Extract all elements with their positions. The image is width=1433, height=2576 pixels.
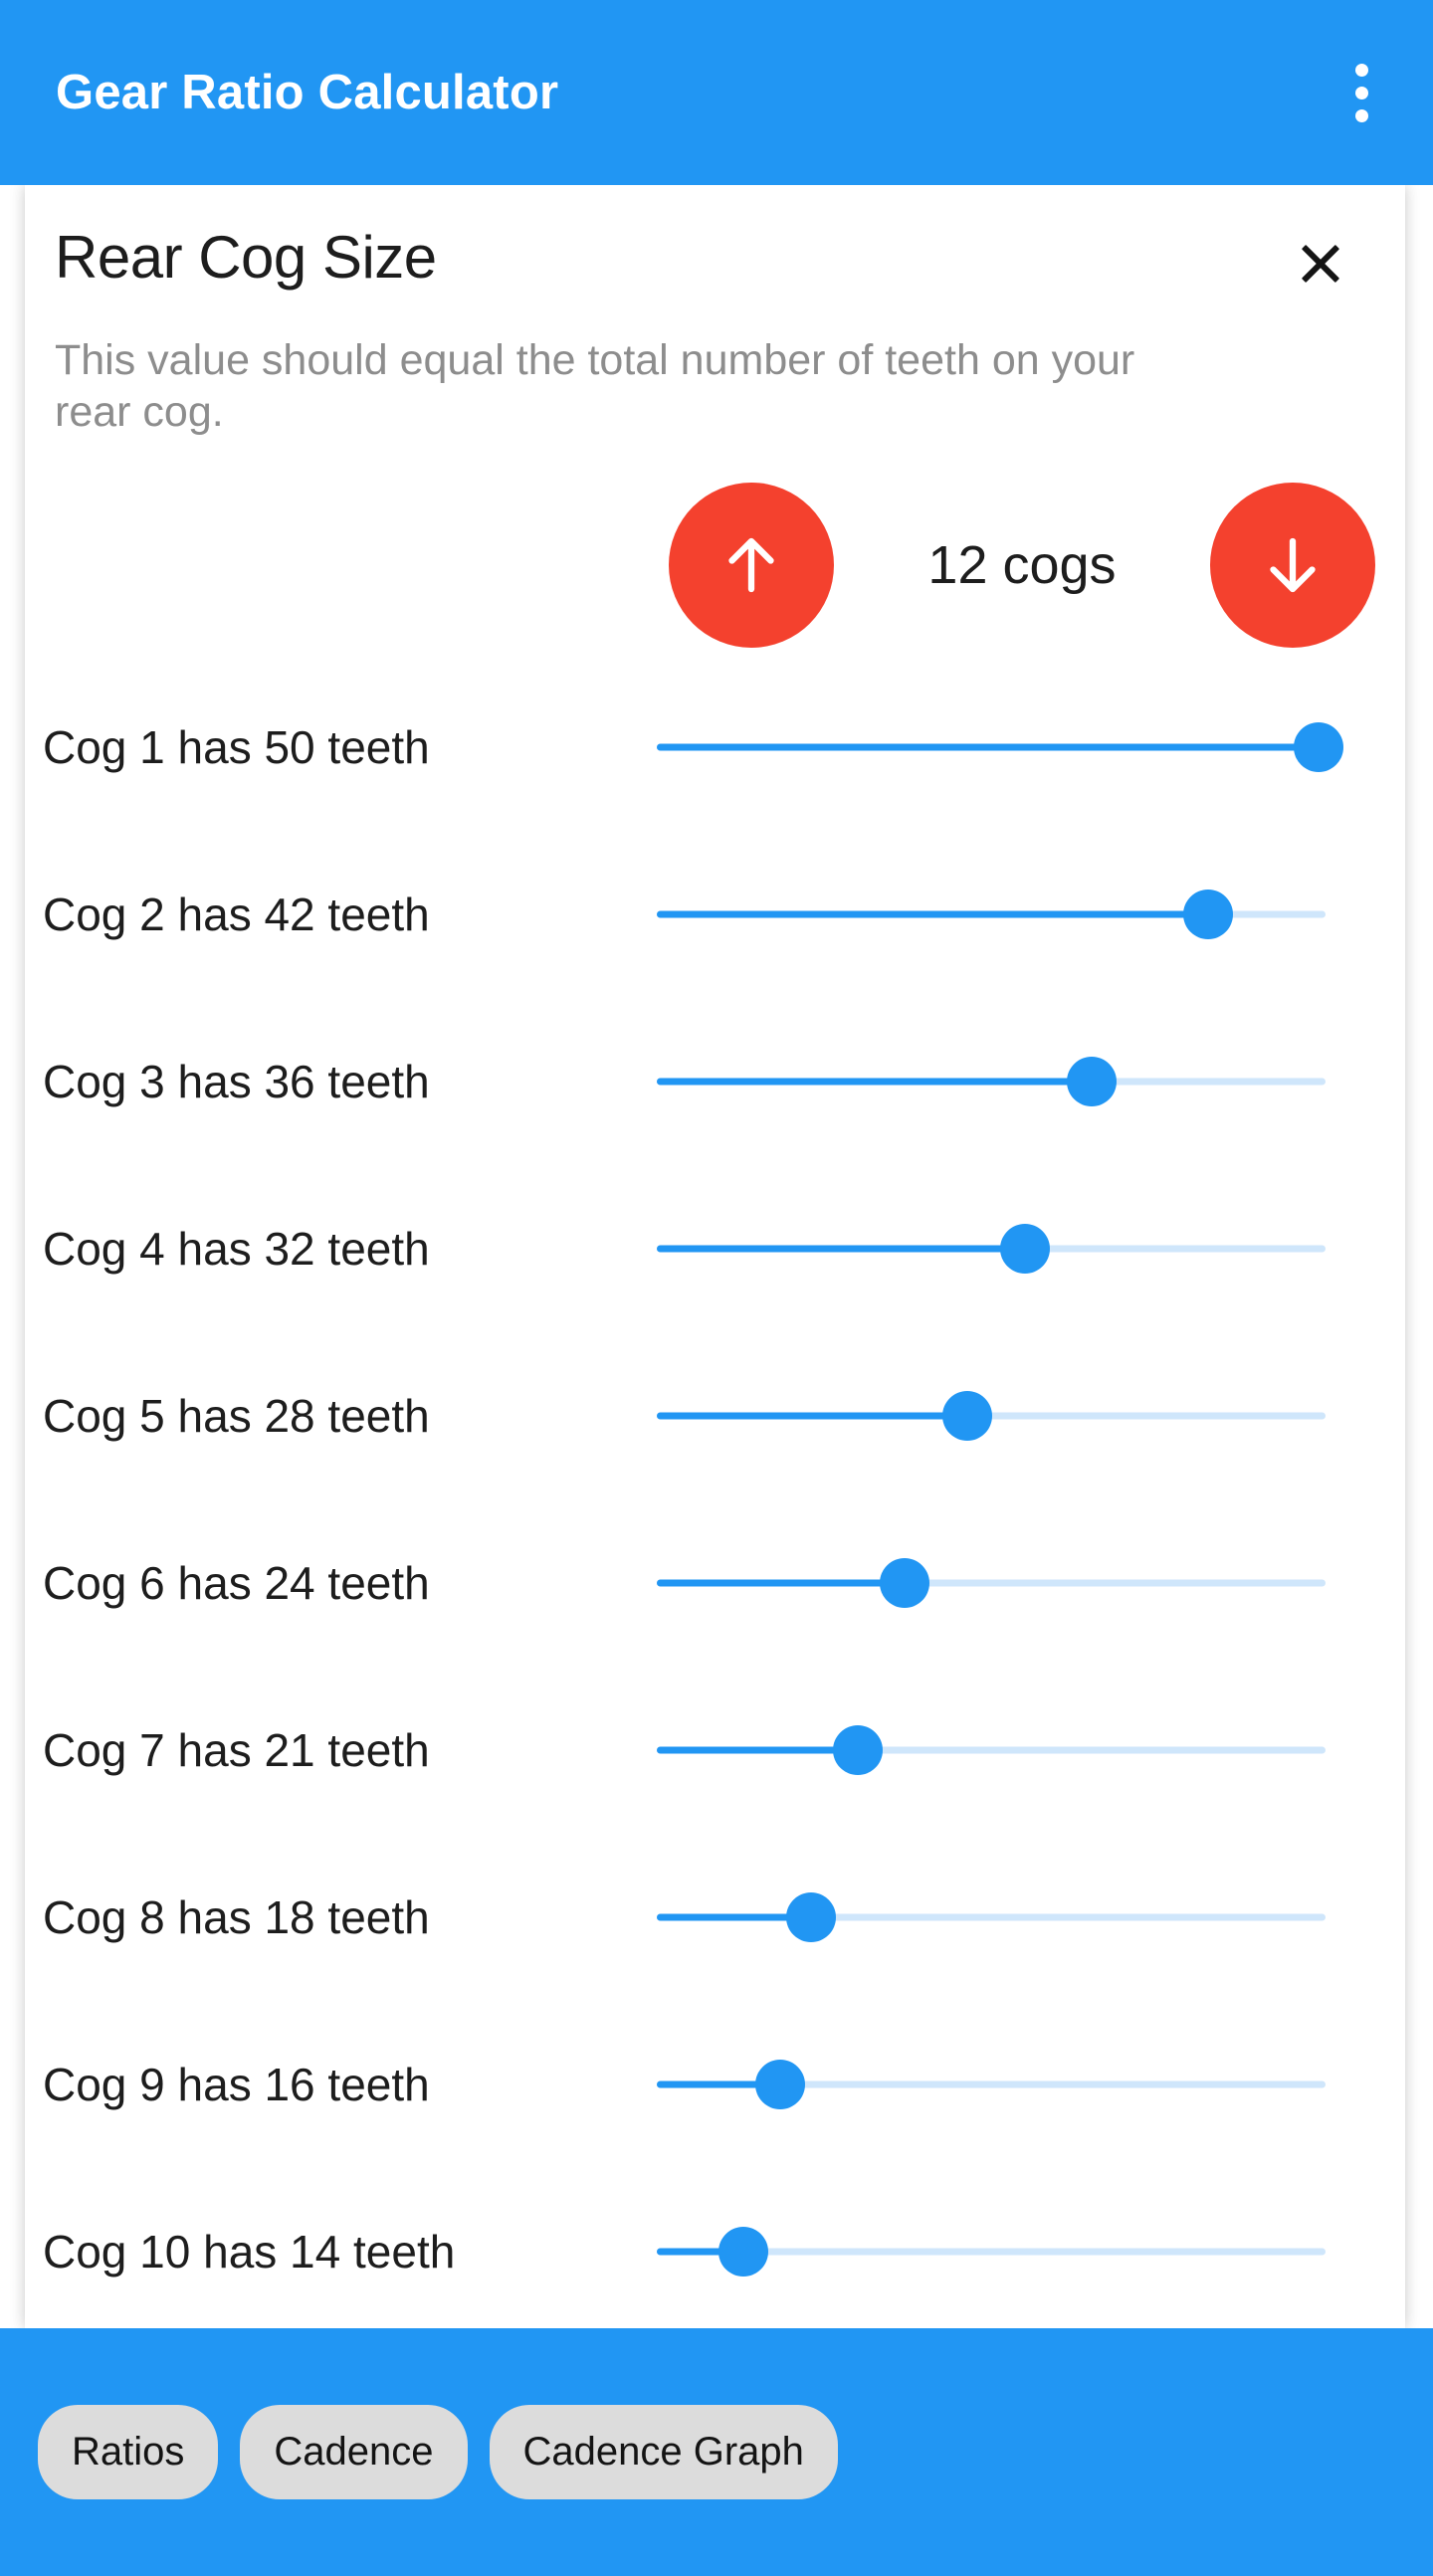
tab-chip-cadence[interactable]: Cadence — [240, 2405, 468, 2499]
slider-track-fill — [657, 1746, 858, 1754]
cog-row: Cog 10 has 14 teeth — [25, 2168, 1405, 2328]
slider-track-fill — [657, 1412, 968, 1420]
slider-track-fill — [657, 1078, 1092, 1086]
cog-label: Cog 3 has 36 teeth — [43, 1055, 430, 1107]
cog-label: Cog 6 has 24 teeth — [43, 1556, 430, 1609]
cog-row: Cog 1 has 50 teeth — [25, 664, 1405, 831]
cog-label: Cog 9 has 16 teeth — [43, 2058, 430, 2110]
slider-thumb[interactable] — [718, 2226, 769, 2277]
cog-teeth-slider[interactable] — [657, 2222, 1326, 2281]
slider-thumb[interactable] — [785, 1891, 836, 1942]
cog-slider-list: Cog 1 has 50 teeth Cog 2 has 42 teeth Cog … — [25, 664, 1405, 2328]
slider-thumb[interactable] — [1066, 1056, 1117, 1106]
cog-teeth-slider[interactable] — [657, 2055, 1326, 2114]
cog-row: Cog 5 has 28 teeth — [25, 1332, 1405, 1499]
dialog-subtitle: This value should equal the total number… — [55, 336, 1135, 437]
app-bar: Gear Ratio Calculator — [0, 0, 1433, 185]
cog-label: Cog 7 has 21 teeth — [43, 1723, 430, 1776]
arrow-down-icon — [1257, 529, 1329, 601]
cog-row: Cog 3 has 36 teeth — [25, 998, 1405, 1165]
cog-label: Cog 1 has 50 teeth — [43, 720, 430, 773]
close-icon[interactable] — [1290, 233, 1351, 295]
slider-thumb[interactable] — [879, 1557, 929, 1608]
more-vert-icon[interactable] — [1333, 45, 1389, 140]
cog-label: Cog 4 has 32 teeth — [43, 1222, 430, 1275]
cog-row: Cog 4 has 32 teeth — [25, 1165, 1405, 1332]
cog-label: Cog 5 has 28 teeth — [43, 1389, 430, 1442]
cog-teeth-slider[interactable] — [657, 1887, 1326, 1947]
decrement-cog-count-button[interactable] — [1210, 482, 1375, 648]
tab-chip-group: Ratios Cadence Cadence Graph — [38, 2405, 838, 2499]
cog-teeth-slider[interactable] — [657, 1386, 1326, 1446]
cog-row: Cog 8 has 18 teeth — [25, 1834, 1405, 2001]
bottom-tab-bar: Ratios Cadence Cadence Graph — [0, 2328, 1433, 2576]
cog-label: Cog 2 has 42 teeth — [43, 888, 430, 940]
cog-teeth-slider[interactable] — [657, 1219, 1326, 1279]
more-vert-dot — [1354, 63, 1368, 77]
more-vert-dot — [1354, 86, 1368, 99]
slider-track-fill — [657, 743, 1320, 751]
more-vert-dot — [1354, 108, 1368, 122]
cog-teeth-slider[interactable] — [657, 885, 1326, 944]
cog-teeth-slider[interactable] — [657, 1720, 1326, 1780]
cog-teeth-slider[interactable] — [657, 717, 1344, 777]
dialog-header: Rear Cog Size — [25, 185, 1405, 334]
slider-thumb[interactable] — [999, 1223, 1050, 1274]
cog-label: Cog 8 has 18 teeth — [43, 1890, 430, 1943]
slider-track-fill — [657, 1579, 905, 1587]
cog-teeth-slider[interactable] — [657, 1052, 1326, 1111]
slider-thumb[interactable] — [1183, 889, 1234, 939]
cog-row: Cog 7 has 21 teeth — [25, 1667, 1405, 1834]
cog-row: Cog 6 has 24 teeth — [25, 1499, 1405, 1667]
rear-cog-size-dialog: Rear Cog Size This value should equal th… — [25, 185, 1405, 2328]
cog-label: Cog 10 has 14 teeth — [43, 2225, 456, 2278]
tab-chip-cadence-graph[interactable]: Cadence Graph — [489, 2405, 838, 2499]
cog-row: Cog 9 has 16 teeth — [25, 2001, 1405, 2168]
slider-track-fill — [657, 910, 1209, 918]
cog-row: Cog 2 has 42 teeth — [25, 831, 1405, 998]
dialog-title: Rear Cog Size — [55, 224, 437, 291]
slider-thumb[interactable] — [755, 2059, 806, 2109]
slider-thumb[interactable] — [942, 1390, 993, 1441]
tab-chip-ratios[interactable]: Ratios — [38, 2405, 219, 2499]
cog-count-stepper: 12 cogs — [25, 477, 1405, 654]
slider-thumb[interactable] — [832, 1724, 883, 1775]
slider-thumb[interactable] — [1294, 721, 1344, 772]
app-title: Gear Ratio Calculator — [56, 66, 559, 119]
cog-teeth-slider[interactable] — [657, 1553, 1326, 1613]
slider-track-fill — [657, 1245, 1025, 1253]
